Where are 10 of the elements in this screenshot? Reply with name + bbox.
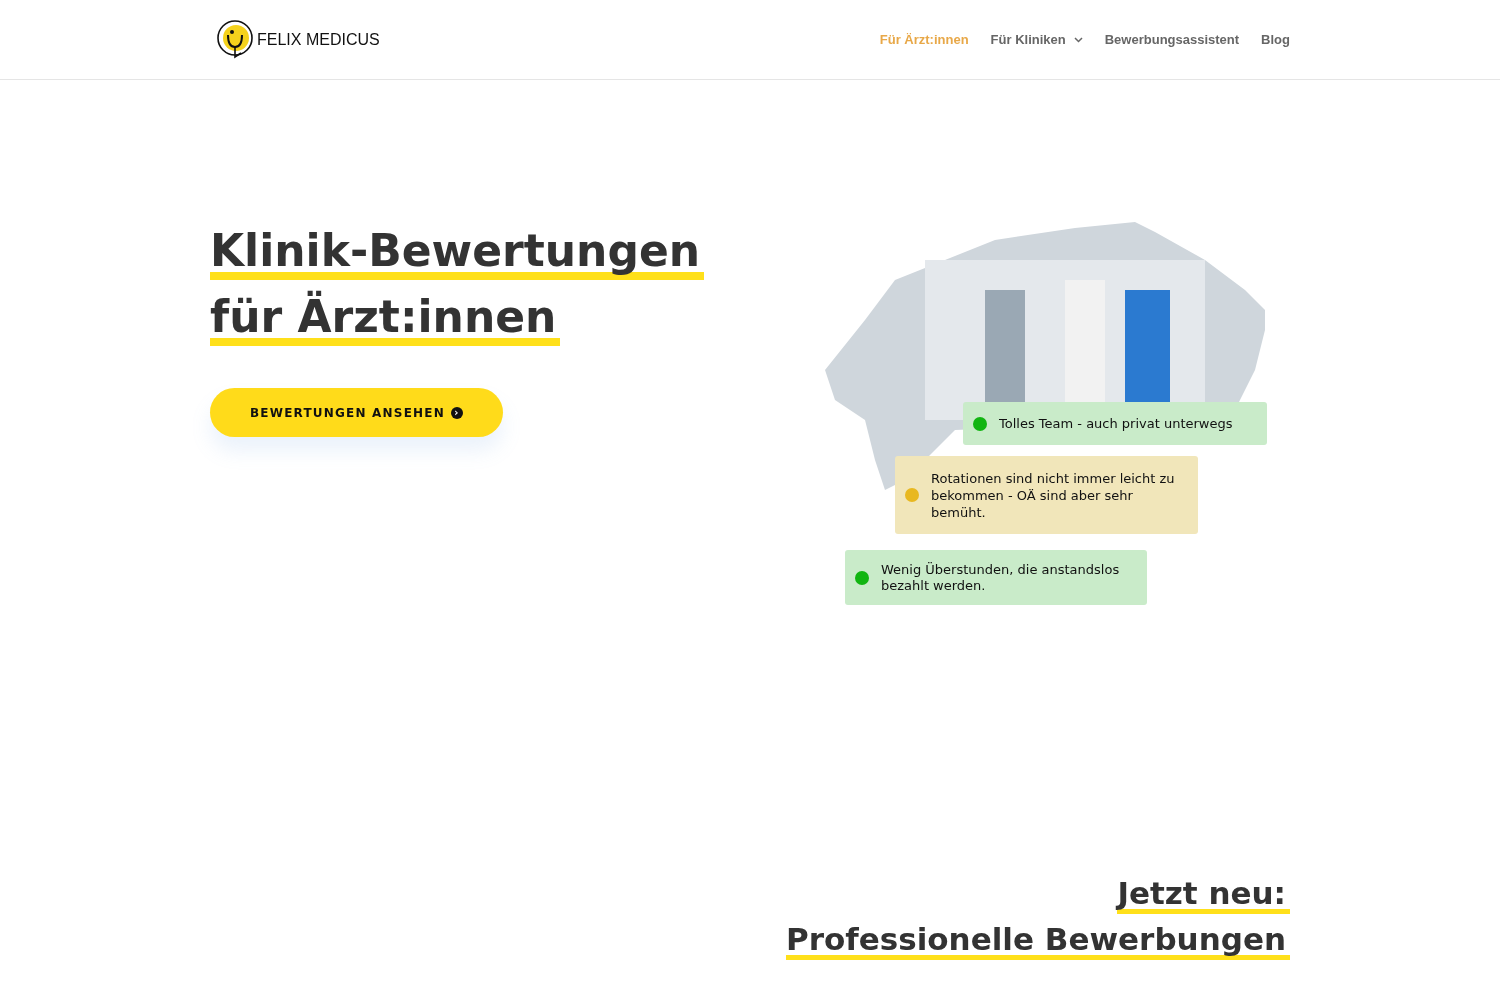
- nav-link[interactable]: Für Kliniken: [990, 32, 1083, 47]
- nav-link[interactable]: Bewerbungsassistent: [1104, 32, 1240, 47]
- review-text: Tolles Team - auch privat unterwegs: [999, 416, 1233, 431]
- smiley-logo-icon[interactable]: [216, 18, 254, 61]
- nav-link[interactable]: Blog: [1261, 32, 1290, 47]
- review-text: Rotationen sind nicht immer leicht zu bekommen - OÄ sind aber sehr bemüht.: [931, 469, 1176, 521]
- logo-text[interactable]: FELIX MEDICUS: [257, 30, 380, 49]
- reviews-button[interactable]: BEWERTUNGEN ANSEHEN ›: [210, 388, 503, 437]
- arrow-circle-icon: ›: [451, 406, 463, 419]
- review-text: Wenig Überstunden, die anstandslos bezahlt werden.: [881, 561, 1121, 594]
